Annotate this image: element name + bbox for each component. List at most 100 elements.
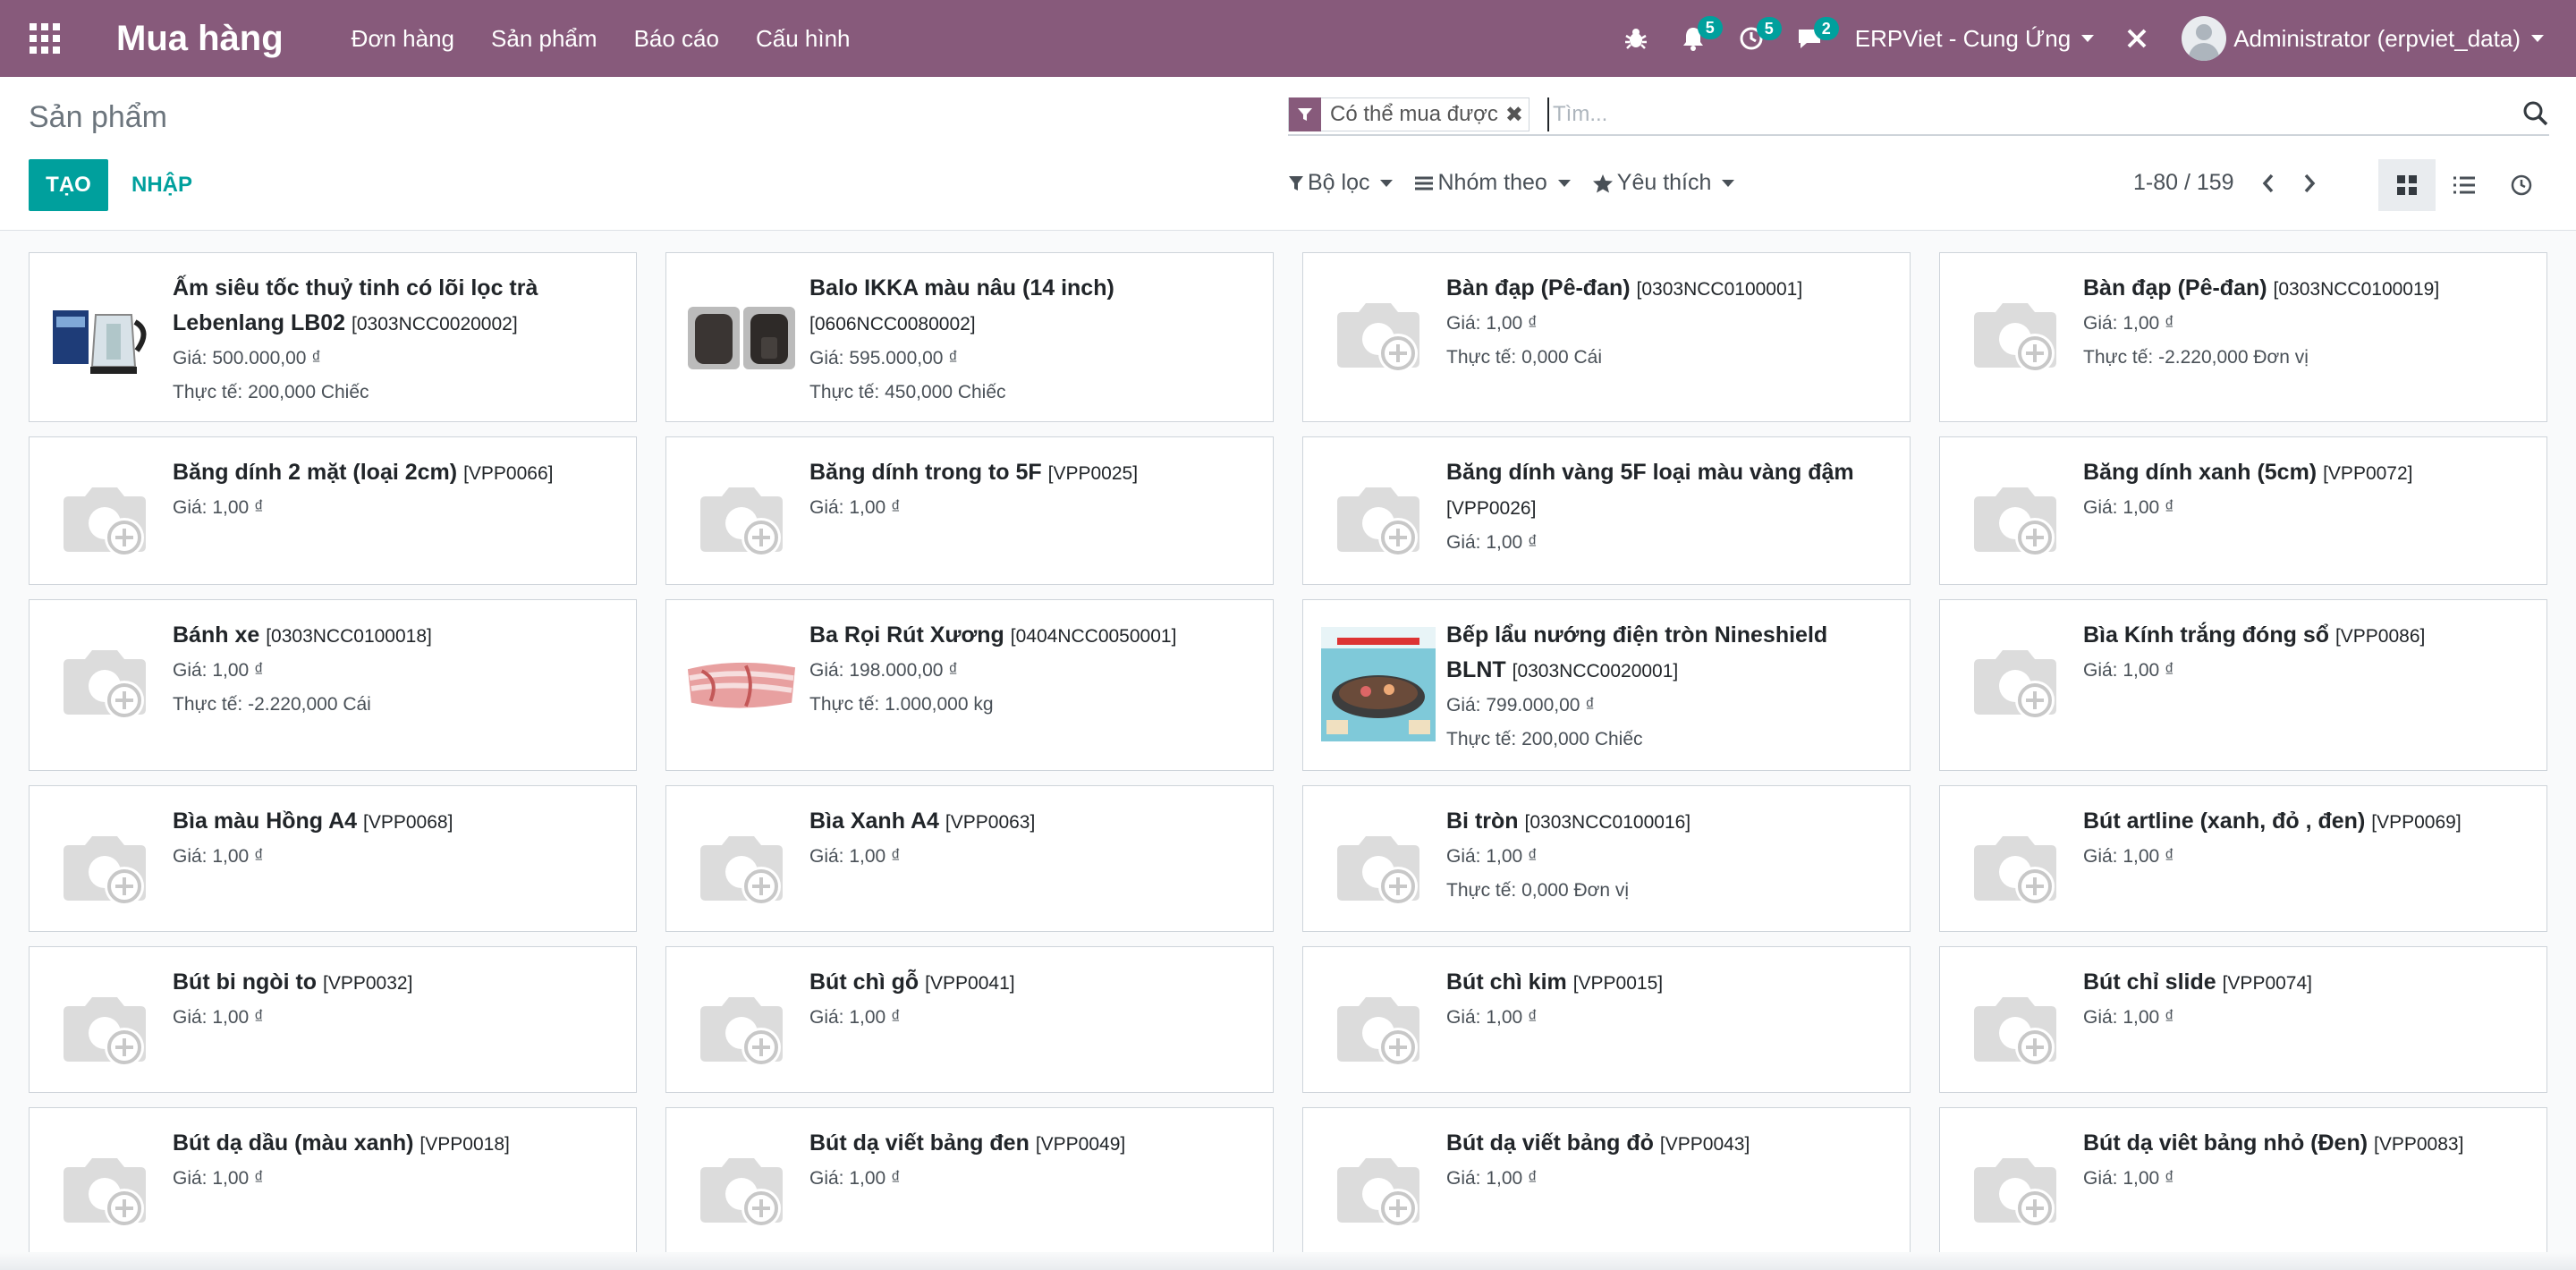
product-name-text: Bút bi ngòi to [173, 969, 318, 995]
product-card[interactable]: Bếp lẩu nướng điện tròn Nineshield BLNT … [1302, 599, 1911, 771]
product-price: Giá: 1,00 ₫ [2083, 1007, 2174, 1028]
product-price: Giá: 1,00 ₫ [173, 846, 264, 867]
product-card[interactable]: Bút dạ viết bảng đen [VPP0049] Giá: 1,00 … [665, 1107, 1274, 1254]
company-switcher[interactable]: ERPViet - Cung Ứng [1855, 25, 2095, 53]
product-price: Giá: 1,00 ₫ [1446, 1168, 1538, 1189]
facet-remove-icon[interactable]: ✖ [1505, 102, 1523, 128]
product-name: Băng dính vàng 5F loại màu vàng đậm [VPP… [1446, 455, 1892, 526]
product-price: Giá: 1,00 ₫ [809, 846, 901, 867]
menu-item-products[interactable]: Sản phẩm [491, 25, 597, 53]
bars-icon [1415, 176, 1434, 190]
menu-item-configuration[interactable]: Cấu hình [756, 25, 851, 53]
product-details: Bàn đạp (Pê-đan) [0303NCC0100019] Giá: 1,… [2083, 271, 2529, 375]
product-details: Balo IKKA màu nâu (14 inch) [0606NCC0080… [809, 271, 1255, 410]
menu-item-reports[interactable]: Báo cáo [634, 25, 719, 53]
search-options: Bộ lọc Nhóm theo Yêu thích [1288, 170, 1756, 196]
product-code: [VPP0015] [1572, 973, 1664, 994]
product-code: [0303NCC0100019] [2273, 279, 2440, 300]
user-menu[interactable]: Administrator (erpviet_data) [2182, 16, 2544, 61]
import-button[interactable]: NHẬP [131, 159, 192, 211]
product-name-text: Băng dính 2 mặt (loại 2cm) [173, 460, 458, 485]
product-details: Bìa màu Hồng A4 [VPP0068] Giá: 1,00 ₫ [173, 804, 618, 874]
list-icon [2453, 176, 2475, 194]
product-card[interactable]: Ấm siêu tốc thuỷ tinh có lõi lọc trà Leb… [29, 252, 637, 422]
product-name-text: Bút dạ viết bảng đen [809, 1130, 1030, 1156]
messages-badge: 2 [1813, 17, 1839, 40]
pork-belly-image [687, 662, 796, 708]
product-price: Giá: 1,00 ₫ [2083, 660, 2174, 681]
product-card[interactable]: Bút bi ngòi to [VPP0032] Giá: 1,00 ₫ [29, 946, 637, 1093]
product-on-hand: Thực tế: 0,000 Đơn vị [1446, 880, 1630, 901]
create-button[interactable]: TẠO [29, 159, 108, 211]
product-code: [0303NCC0020001] [1512, 661, 1679, 682]
list-view-button[interactable] [2436, 159, 2493, 211]
app-title: Mua hàng [116, 18, 284, 58]
product-name-text: Bi tròn [1446, 809, 1519, 834]
filters-dropdown[interactable]: Bộ lọc [1288, 170, 1394, 196]
kanban-view-button[interactable] [2378, 159, 2436, 211]
menu-item-orders[interactable]: Đơn hàng [352, 25, 454, 53]
pager-next-button[interactable] [2302, 173, 2317, 194]
camera-plus-icon [700, 836, 783, 906]
product-card[interactable]: Bánh xe [0303NCC0100018] Giá: 1,00 ₫ Thực … [29, 599, 637, 771]
product-card[interactable]: Băng dính 2 mặt (loại 2cm) [VPP0066] Giá:… [29, 436, 637, 585]
product-image-placeholder [47, 627, 162, 741]
groupby-dropdown[interactable]: Nhóm theo [1414, 170, 1571, 196]
product-name: Bếp lẩu nướng điện tròn Nineshield BLNT … [1446, 618, 1892, 689]
camera-plus-icon [700, 487, 783, 557]
notifications-button[interactable]: 5 [1680, 16, 1723, 52]
product-card[interactable]: Bút dạ dầu (màu xanh) [VPP0018] Giá: 1,00… [29, 1107, 637, 1254]
chevron-down-icon [2081, 35, 2095, 42]
product-details: Ba Rọi Rút Xương [0404NCC0050001] Giá: 19… [809, 618, 1255, 722]
product-image [684, 627, 799, 741]
product-card[interactable]: Bút dạ viết bảng đỏ [VPP0043] Giá: 1,00 ₫ [1302, 1107, 1911, 1254]
pager-previous-button[interactable] [2261, 173, 2275, 194]
pager-value[interactable]: 1-80 / 159 [2133, 170, 2234, 196]
activity-view-button[interactable] [2493, 159, 2550, 211]
product-card[interactable]: Balo IKKA màu nâu (14 inch) [0606NCC0080… [665, 252, 1274, 422]
product-name: Bi tròn [0303NCC0100016] [1446, 804, 1892, 840]
product-on-hand: Thực tế: -2.220,000 Cái [173, 694, 371, 715]
camera-plus-icon [1337, 997, 1419, 1067]
product-card[interactable]: Bìa Xanh A4 [VPP0063] Giá: 1,00 ₫ [665, 785, 1274, 932]
product-image-placeholder [684, 1135, 799, 1249]
product-card[interactable]: Bàn đạp (Pê-đan) [0303NCC0100019] Giá: 1,… [1939, 252, 2547, 422]
product-card[interactable]: Bút chỉ slide [VPP0074] Giá: 1,00 ₫ [1939, 946, 2547, 1093]
product-card[interactable]: Bìa Kính trắng đóng sổ [VPP0086] Giá: 1,0… [1939, 599, 2547, 771]
product-card[interactable]: Ba Rọi Rút Xương [0404NCC0050001] Giá: 19… [665, 599, 1274, 771]
product-details: Bánh xe [0303NCC0100018] Giá: 1,00 ₫ Thực … [173, 618, 618, 722]
product-image-placeholder [684, 813, 799, 927]
product-card[interactable]: Bút chì kim [VPP0015] Giá: 1,00 ₫ [1302, 946, 1911, 1093]
product-price: Giá: 1,00 ₫ [1446, 846, 1538, 867]
product-code: [VPP0086] [2334, 626, 2426, 647]
camera-plus-icon [1337, 303, 1419, 373]
messages-button[interactable]: 2 [1796, 17, 1839, 51]
search-input[interactable] [1547, 97, 2496, 131]
search-icon[interactable] [2522, 100, 2549, 131]
filter-icon [1289, 175, 1303, 190]
product-name-text: Bút artline (xanh, đỏ , đen) [2083, 809, 2366, 834]
apps-menu-icon[interactable] [30, 23, 60, 54]
product-card[interactable]: Băng dính xanh (5cm) [VPP0072] Giá: 1,00 … [1939, 436, 2547, 585]
product-card[interactable]: Bút artline (xanh, đỏ , đen) [VPP0069] Gi… [1939, 785, 2547, 932]
product-card[interactable]: Bàn đạp (Pê-đan) [0303NCC0100001] Giá: 1,… [1302, 252, 1911, 422]
debug-icon[interactable] [1624, 27, 1648, 50]
product-details: Bìa Kính trắng đóng sổ [VPP0086] Giá: 1,0… [2083, 618, 2529, 688]
product-image-placeholder [684, 974, 799, 1088]
product-details: Bút bi ngòi to [VPP0032] Giá: 1,00 ₫ [173, 965, 618, 1035]
product-name-text: Bánh xe [173, 622, 260, 648]
tools-icon[interactable] [2124, 26, 2149, 51]
product-card[interactable]: Băng dính vàng 5F loại màu vàng đậm [VPP… [1302, 436, 1911, 585]
product-code: [VPP0025] [1047, 463, 1139, 484]
product-card[interactable]: Bút chì gỗ [VPP0041] Giá: 1,00 ₫ [665, 946, 1274, 1093]
product-details: Bút chỉ slide [VPP0074] Giá: 1,00 ₫ [2083, 965, 2529, 1035]
product-card[interactable]: Băng dính trong to 5F [VPP0025] Giá: 1,00… [665, 436, 1274, 585]
grill-image [1321, 627, 1436, 741]
product-card[interactable]: Bi tròn [0303NCC0100016] Giá: 1,00 ₫ Thực … [1302, 785, 1911, 932]
product-card[interactable]: Bút dạ viêt bảng nhỏ (Đen) [VPP0083] Giá:… [1939, 1107, 2547, 1254]
activities-button[interactable]: 5 [1739, 17, 1782, 51]
product-card[interactable]: Bìa màu Hồng A4 [VPP0068] Giá: 1,00 ₫ [29, 785, 637, 932]
favorites-dropdown[interactable]: Yêu thích [1592, 170, 1735, 196]
grid-icon [2397, 175, 2417, 195]
product-on-hand: Thực tế: 450,000 Chiếc [809, 382, 1006, 402]
